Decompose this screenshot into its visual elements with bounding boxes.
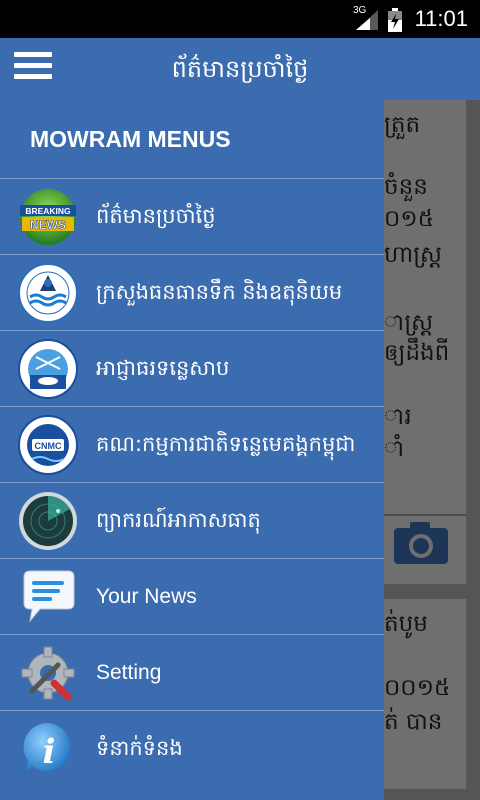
menu-item-weather[interactable]: ព្យាករណ៍អាកាសធាតុ <box>0 483 384 559</box>
menu-item-label: ព័ត៌មានប្រចាំថ្ងៃ <box>96 204 216 228</box>
menu-item-label: Setting <box>96 661 162 684</box>
card-text-line: ត្រួត <box>384 112 421 138</box>
news-card[interactable]: ត្រួត ចំនួន ០១៥ ហាស្ត្រ ាស្ត្រ ឲ្យដឹងពី … <box>384 100 466 584</box>
menu-item-contact[interactable]: i ទំនាក់ទំនង <box>0 711 384 786</box>
speech-bubble-icon <box>23 570 75 623</box>
menu-item-label: ទំនាក់ទំនង <box>96 736 183 760</box>
menu-item-your-news[interactable]: Your News <box>0 559 384 635</box>
clock: 11:01 <box>414 6 468 31</box>
drawer-header: MOWRAM MENUS <box>0 100 384 179</box>
menu-item-mekong[interactable]: CNMC គណ:កម្មការជាតិទន្លេមេគង្គកម្ពុជា <box>0 407 384 483</box>
card-text-line: ាស្ត្រ <box>384 310 434 336</box>
news-card[interactable]: ត់បូម ០០១៥ ត់ បាន <box>384 599 466 789</box>
card-text-line: ចំនួន <box>384 174 428 200</box>
camera-icon[interactable] <box>392 518 452 568</box>
menu-item-daily-news[interactable]: BREAKING NEWS ព័ត៌មានប្រចាំថ្ងៃ <box>0 179 384 255</box>
menu-item-label: ព្យាករណ៍អាកាសធាតុ <box>96 508 261 532</box>
breaking-news-icon: BREAKING NEWS <box>20 189 76 245</box>
battery-icon <box>388 8 402 32</box>
menu-item-tonle-sap[interactable]: អាជ្ញាធរទន្លេសាប <box>0 331 384 407</box>
menu-item-setting[interactable]: Setting <box>0 635 384 711</box>
menu-item-label: គណ:កម្មការជាតិទន្លេមេគង្គកម្ពុជា <box>96 432 356 456</box>
app-bar: ព័ត៌មានប្រចាំថ្ងៃ <box>0 38 480 100</box>
menu-item-ministry[interactable]: ក្រសួងធនធានទឹក និងឧតុនិយម <box>0 255 384 331</box>
card-text-line: ០០១៥ <box>384 675 451 701</box>
status-bar: 3G 11:01 <box>0 0 480 38</box>
card-text-line: ០១៥ <box>384 206 434 232</box>
settings-gear-icon <box>21 646 75 701</box>
card-text-line: ហាស្ត្រ <box>384 242 442 268</box>
hamburger-icon[interactable] <box>14 52 52 86</box>
card-text-line: ារ <box>384 404 412 430</box>
svg-text:CNMC: CNMC <box>35 441 62 451</box>
cnmc-logo-icon: CNMC <box>18 415 78 475</box>
signal-icon <box>356 10 378 30</box>
card-text-line: ត់បូម <box>384 611 428 637</box>
divider <box>384 514 466 516</box>
card-text-line: ឲ្យដឹងពី <box>384 340 450 366</box>
mowram-logo-icon <box>18 263 78 323</box>
svg-text:i: i <box>43 732 56 772</box>
svg-text:BREAKING: BREAKING <box>25 206 71 216</box>
radar-icon <box>19 492 77 550</box>
menu-item-label: អាជ្ញាធរទន្លេសាប <box>96 356 230 380</box>
info-icon: i <box>23 722 71 775</box>
card-text-line: ត់ បាន <box>384 709 443 735</box>
menu-item-label: Your News <box>96 585 197 608</box>
tonle-sap-authority-icon <box>18 339 78 399</box>
svg-text:NEWS: NEWS <box>30 218 66 232</box>
app-title: ព័ត៌មានប្រចាំថ្ងៃ <box>171 55 309 83</box>
menu-item-label: ក្រសួងធនធានទឹក និងឧតុនិយម <box>96 280 343 304</box>
navigation-drawer: MOWRAM MENUS BREAKING NEWS ព័ត៌មានប្រចាំ… <box>0 100 384 800</box>
card-text-line: ាំ <box>384 436 405 462</box>
